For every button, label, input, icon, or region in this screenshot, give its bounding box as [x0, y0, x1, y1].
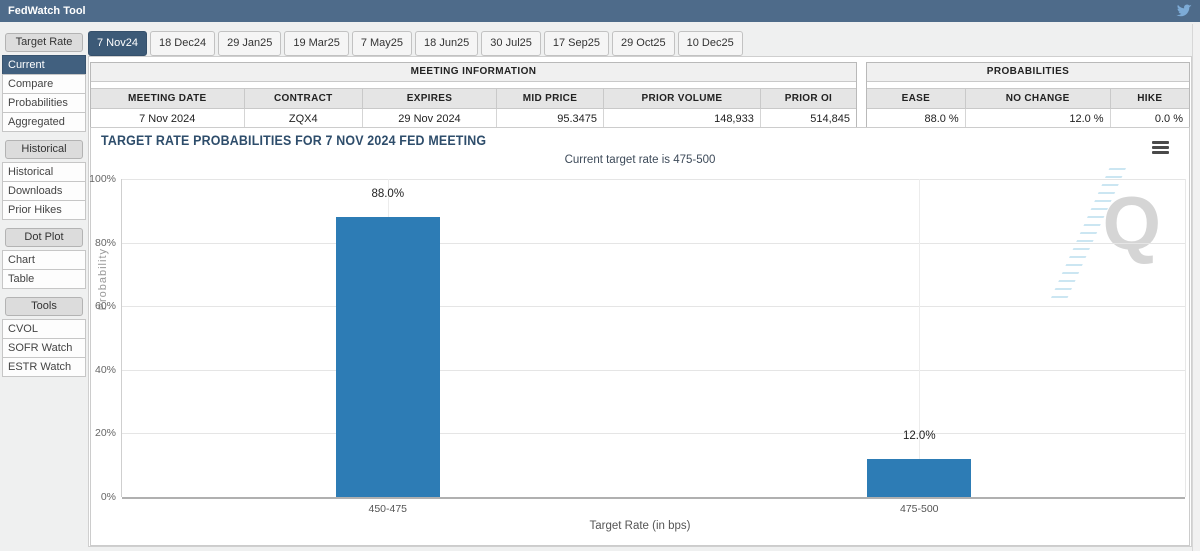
sidebar-section-tools: Tools CVOL SOFR Watch ESTR Watch	[2, 297, 86, 377]
sidebar-item-aggregated[interactable]: Aggregated	[2, 112, 86, 132]
sidebar-item-sofr-watch[interactable]: SOFR Watch	[2, 338, 86, 358]
col-header-meeting-date: MEETING DATE	[91, 88, 245, 109]
sidebar-section-dot-plot: Dot Plot Chart Table	[2, 228, 86, 289]
probabilities-header-row: EASE NO CHANGE HIKE	[867, 88, 1189, 109]
sidebar-header-tools: Tools	[5, 297, 83, 316]
y-tick-label: 100%	[89, 173, 116, 185]
target-rate-probability-chart: TARGET RATE PROBABILITIES FOR 7 NOV 2024…	[89, 127, 1190, 546]
tab-18jun25[interactable]: 18 Jun25	[415, 31, 479, 56]
app-header-bar: FedWatch Tool	[0, 0, 1200, 22]
sidebar-section-target-rate: Target Rate Current Compare Probabilitie…	[2, 33, 86, 132]
sidebar-section-historical: Historical Historical Downloads Prior Hi…	[2, 140, 86, 220]
meeting-information-table: MEETING INFORMATION MEETING DATE CONTRAC…	[90, 62, 857, 130]
tab-17sep25[interactable]: 17 Sep25	[543, 31, 609, 56]
x-tick-label: 475-500	[899, 503, 939, 515]
chart-title: TARGET RATE PROBABILITIES FOR 7 NOV 2024…	[101, 133, 487, 148]
expires-value: 29 Nov 2024	[362, 108, 497, 129]
sidebar-item-downloads[interactable]: Downloads	[2, 181, 86, 201]
plot-area: 100% 80% 60% 40% 20% 0% 88.0% 450-475 12.0% 475-5…	[89, 173, 1186, 515]
sidebar-header-historical: Historical	[5, 140, 83, 159]
tab-7may25[interactable]: 7 May25	[351, 31, 413, 56]
ease-value: 88.0 %	[867, 108, 966, 129]
tab-10dec25[interactable]: 10 Dec25	[677, 31, 743, 56]
vertical-gridline	[919, 179, 921, 497]
col-header-prior-volume: PRIOR VOLUME	[603, 88, 761, 109]
hamburger-menu-icon[interactable]	[1152, 141, 1169, 154]
tab-18dec24[interactable]: 18 Dec24	[149, 31, 216, 56]
x-tick-label: 450-475	[368, 503, 408, 515]
hike-value: 0.0 %	[1110, 108, 1189, 129]
sidebar-item-chart[interactable]: Chart	[2, 250, 86, 270]
meeting-info-data-row: 7 Nov 2024 ZQX4 29 Nov 2024 95.3475 148,…	[91, 108, 856, 129]
sidebar-item-compare[interactable]: Compare	[2, 74, 86, 94]
tab-29oct25[interactable]: 29 Oct25	[612, 31, 675, 56]
gridline	[122, 433, 1185, 435]
sidebar-item-historical[interactable]: Historical	[2, 162, 86, 182]
y-tick-label: 0%	[100, 491, 116, 503]
gridline	[122, 306, 1185, 308]
sidebar-header-target-rate: Target Rate	[5, 33, 83, 52]
meeting-information-title: MEETING INFORMATION	[91, 63, 856, 82]
col-header-contract: CONTRACT	[244, 88, 364, 109]
meeting-date-tabs: 7 Nov24 18 Dec24 29 Jan25 19 Mar25 7 May…	[88, 31, 743, 56]
tab-19mar25[interactable]: 19 Mar25	[284, 31, 349, 56]
col-header-hike: HIKE	[1110, 88, 1189, 109]
x-axis-line	[122, 497, 1185, 499]
prior-oi-value: 514,845	[760, 108, 856, 129]
meeting-info-header-row: MEETING DATE CONTRACT EXPIRES MID PRICE …	[91, 88, 856, 109]
sidebar-item-cvol[interactable]: CVOL	[2, 319, 86, 339]
twitter-icon[interactable]	[1176, 4, 1192, 18]
bar-value-label: 12.0%	[902, 429, 936, 442]
sidebar-item-current[interactable]: Current	[2, 55, 86, 75]
contract-value: ZQX4	[244, 108, 364, 129]
sidebar-item-probabilities[interactable]: Probabilities	[2, 93, 86, 113]
prior-volume-value: 148,933	[603, 108, 761, 129]
probabilities-title: PROBABILITIES	[867, 63, 1189, 82]
sidebar-item-prior-hikes[interactable]: Prior Hikes	[2, 200, 86, 220]
tab-7nov24[interactable]: 7 Nov24	[88, 31, 147, 56]
tab-30jul25[interactable]: 30 Jul25	[481, 31, 541, 56]
col-header-mid-price: MID PRICE	[496, 88, 605, 109]
app-title: FedWatch Tool	[8, 5, 86, 17]
mid-price-value: 95.3475	[496, 108, 605, 129]
col-header-ease: EASE	[867, 88, 966, 109]
sidebar-item-table[interactable]: Table	[2, 269, 86, 289]
y-tick-label: 20%	[94, 427, 116, 440]
scrollbar-track[interactable]	[1192, 24, 1200, 551]
x-axis-label: Target Rate (in bps)	[589, 520, 691, 532]
y-tick-label: 40%	[94, 363, 116, 376]
sidebar-header-dot-plot: Dot Plot	[5, 228, 83, 247]
tab-29jan25[interactable]: 29 Jan25	[218, 31, 282, 56]
probabilities-table: PROBABILITIES EASE NO CHANGE HIKE 88.0 %…	[866, 62, 1190, 130]
gridline	[122, 242, 1185, 244]
sidebar: Target Rate Current Compare Probabilitie…	[2, 33, 86, 385]
probability-bar-475-500[interactable]	[867, 458, 972, 497]
gridline	[122, 179, 1185, 180]
meeting-date-value: 7 Nov 2024	[91, 108, 245, 129]
y-tick-label: 60%	[94, 300, 116, 313]
no-change-value: 12.0 %	[965, 108, 1111, 129]
bar-value-label: 88.0%	[371, 188, 405, 201]
col-header-prior-oi: PRIOR OI	[760, 88, 856, 109]
chart-subtitle: Current target rate is 475-500	[564, 154, 716, 166]
probabilities-data-row: 88.0 % 12.0 % 0.0 %	[867, 108, 1189, 129]
gridline	[122, 369, 1185, 371]
y-tick-label: 80%	[94, 236, 116, 249]
col-header-no-change: NO CHANGE	[965, 88, 1111, 109]
col-header-expires: EXPIRES	[362, 88, 497, 109]
sidebar-item-estr-watch[interactable]: ESTR Watch	[2, 357, 86, 377]
probability-bar-450-475[interactable]	[335, 217, 440, 497]
